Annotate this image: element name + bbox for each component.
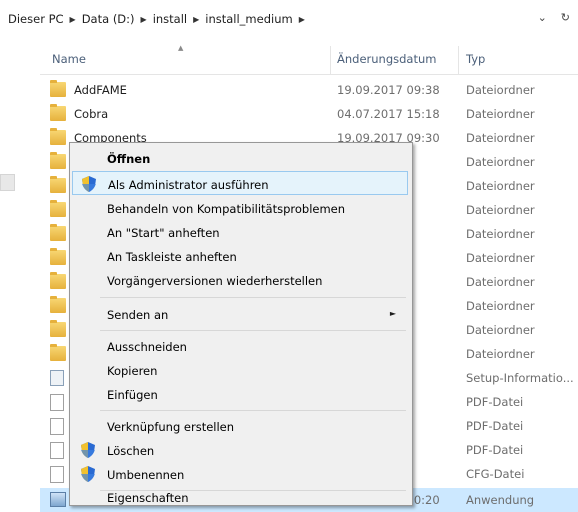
file-type: Anwendung [466, 493, 535, 507]
file-type: Dateiordner [466, 83, 535, 97]
file-row[interactable]: Cobra 04.07.2017 15:18 Dateiordner [40, 102, 578, 126]
menu-item-copy[interactable]: Kopieren [72, 358, 410, 382]
breadcrumb-separator-icon[interactable]: ▶ [299, 15, 305, 24]
uac-shield-icon [81, 442, 95, 458]
folder-icon [50, 344, 66, 361]
folder-icon [50, 176, 66, 193]
file-type: Dateiordner [466, 107, 535, 121]
document-icon [50, 418, 64, 435]
document-icon [50, 442, 64, 459]
chevron-down-icon[interactable]: ⌄ [538, 11, 547, 24]
menu-item-label: Senden an [107, 308, 169, 322]
folder-icon [50, 128, 66, 145]
menu-item-label: Behandeln von Kompatibilitätsproblemen [107, 202, 346, 216]
refresh-icon[interactable]: ↻ [561, 11, 570, 24]
column-date[interactable]: Änderungsdatum [337, 52, 436, 66]
column-name[interactable]: Name [52, 52, 86, 66]
folder-icon [50, 104, 66, 121]
file-date: 04.07.2017 15:18 [337, 107, 440, 121]
menu-item-label: Eigenschaften [107, 491, 189, 505]
setup-file-icon [50, 370, 64, 386]
uac-shield-icon [82, 176, 96, 192]
file-type: Dateiordner [466, 203, 535, 217]
menu-separator [100, 297, 406, 298]
file-type: Dateiordner [466, 155, 535, 169]
breadcrumb-install-medium[interactable]: install_medium [205, 12, 292, 26]
folder-icon [50, 80, 66, 97]
submenu-arrow-icon: ► [389, 309, 396, 318]
document-icon [50, 394, 64, 411]
folder-icon [50, 200, 66, 217]
file-type: Dateiordner [466, 251, 535, 265]
file-type: Dateiordner [466, 275, 535, 289]
menu-item-restore-versions[interactable]: Vorgängerversionen wiederherstellen [72, 268, 410, 292]
breadcrumb-separator-icon[interactable]: ▶ [193, 15, 199, 24]
file-type: CFG-Datei [466, 467, 525, 481]
menu-separator [100, 330, 406, 331]
menu-item-send-to[interactable]: Senden an ► [72, 302, 410, 326]
file-row[interactable]: AddFAME 19.09.2017 09:38 Dateiordner [40, 78, 578, 102]
menu-item-paste[interactable]: Einfügen [72, 382, 410, 406]
menu-item-delete[interactable]: Löschen [72, 438, 410, 462]
menu-item-pin-start[interactable]: An "Start" anheften [72, 220, 410, 244]
menu-item-label: Kopieren [107, 364, 158, 378]
column-divider[interactable] [458, 46, 459, 74]
menu-item-create-shortcut[interactable]: Verknüpfung erstellen [72, 414, 410, 438]
file-name: AddFAME [74, 83, 127, 97]
address-bar[interactable]: Dieser PC ▶ Data (D:) ▶ install ▶ instal… [0, 0, 578, 36]
file-type: Dateiordner [466, 347, 535, 361]
file-type: PDF-Datei [466, 395, 524, 409]
folder-icon [50, 320, 66, 337]
menu-item-run-as-admin[interactable]: Als Administrator ausführen [72, 171, 408, 195]
document-icon [50, 466, 64, 483]
menu-item-label: An "Start" anheften [107, 226, 220, 240]
menu-item-label: Verknüpfung erstellen [107, 420, 235, 434]
file-type: Dateiordner [466, 131, 535, 145]
menu-item-label: Vorgängerversionen wiederherstellen [107, 274, 323, 288]
menu-item-label: Als Administrator ausführen [108, 178, 269, 192]
folder-icon [50, 272, 66, 289]
menu-item-label: Ausschneiden [107, 340, 187, 354]
column-type[interactable]: Typ [466, 52, 485, 66]
context-menu: Öffnen Als Administrator ausführen Behan… [69, 142, 413, 506]
folder-icon [50, 248, 66, 265]
breadcrumb-drive[interactable]: Data (D:) [82, 12, 135, 26]
menu-item-open[interactable]: Öffnen [72, 146, 410, 170]
sort-ascending-icon: ▲ [178, 44, 184, 52]
menu-item-compatibility[interactable]: Behandeln von Kompatibilitätsproblemen [72, 196, 410, 220]
menu-separator [100, 410, 406, 411]
breadcrumb: Dieser PC ▶ Data (D:) ▶ install ▶ instal… [8, 12, 305, 26]
application-icon [50, 492, 66, 507]
folder-icon [50, 296, 66, 313]
folder-icon [50, 224, 66, 241]
menu-item-pin-taskbar[interactable]: An Taskleiste anheften [72, 244, 410, 268]
folder-icon [50, 152, 66, 169]
menu-item-properties[interactable]: Eigenschaften [72, 479, 410, 505]
breadcrumb-install[interactable]: install [153, 12, 187, 26]
breadcrumb-this-pc[interactable]: Dieser PC [8, 12, 64, 26]
menu-item-label: Einfügen [107, 388, 158, 402]
menu-item-label: Öffnen [107, 152, 151, 166]
menu-item-label: An Taskleiste anheften [107, 250, 237, 264]
file-date: 19.09.2017 09:38 [337, 83, 440, 97]
file-type: Dateiordner [466, 227, 535, 241]
menu-item-label: Löschen [107, 444, 155, 458]
file-name: Cobra [74, 107, 109, 121]
file-type: Dateiordner [466, 299, 535, 313]
file-type: Dateiordner [466, 179, 535, 193]
breadcrumb-separator-icon[interactable]: ▶ [141, 15, 147, 24]
file-type: PDF-Datei [466, 443, 524, 457]
menu-item-cut[interactable]: Ausschneiden [72, 334, 410, 358]
file-type: PDF-Datei [466, 419, 524, 433]
column-divider[interactable] [330, 46, 331, 74]
file-type: Dateiordner [466, 323, 535, 337]
navigation-pane-edge [0, 174, 15, 191]
breadcrumb-separator-icon[interactable]: ▶ [70, 15, 76, 24]
column-header: Name ▲ Änderungsdatum Typ [40, 44, 578, 75]
file-type: Setup-Informatio... [466, 371, 574, 385]
